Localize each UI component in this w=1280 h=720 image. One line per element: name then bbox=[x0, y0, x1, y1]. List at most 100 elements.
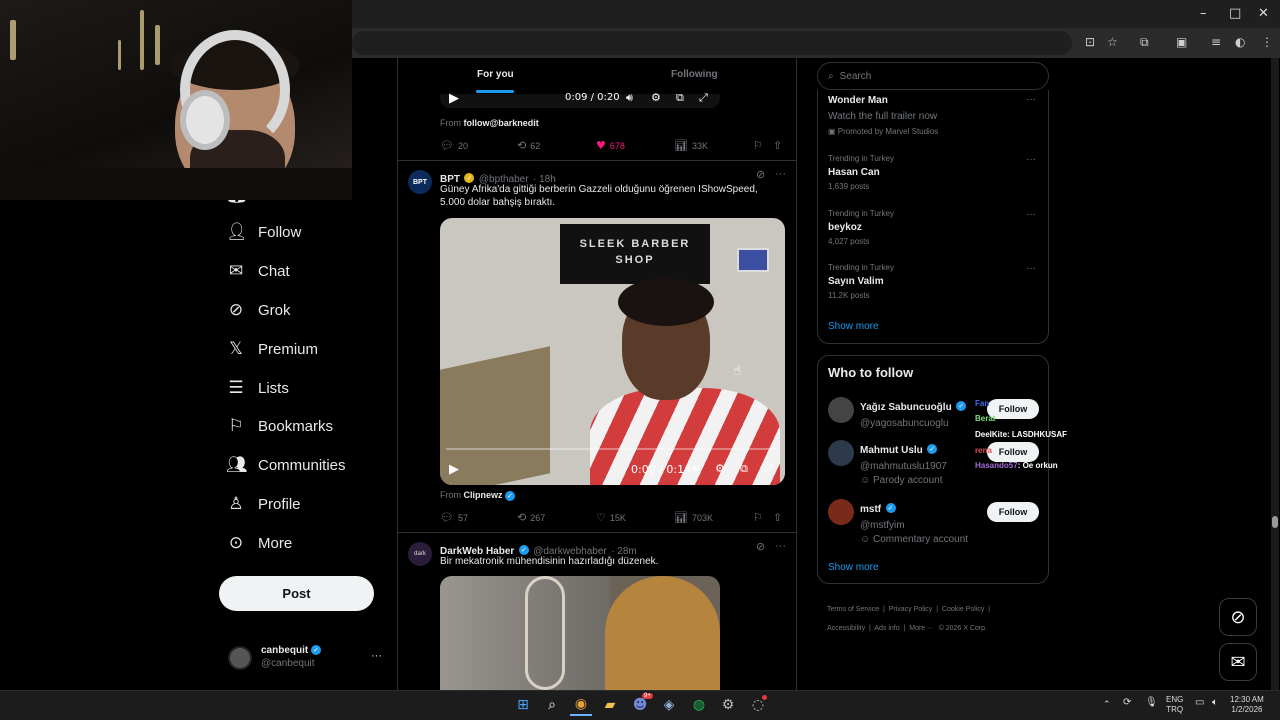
display-icon[interactable]: ▭ bbox=[1195, 698, 1204, 708]
trend-more-icon[interactable]: ··· bbox=[1026, 263, 1036, 274]
bookmark-icon[interactable]: ⚐ bbox=[753, 511, 763, 524]
trend-item[interactable]: Trending in Turkey Hasan Can 1,639 posts bbox=[828, 154, 894, 191]
play-icon[interactable]: ▶ bbox=[449, 462, 459, 477]
nav-bookmarks[interactable]: ⚐ Bookmarks bbox=[226, 411, 333, 441]
volume-icon[interactable]: 🔊︎ bbox=[692, 462, 699, 476]
menu-icon[interactable]: ⋮ bbox=[1261, 35, 1273, 49]
nav-follow[interactable]: 👤︎ Follow bbox=[226, 217, 301, 247]
search-input[interactable]: ⌕ Search bbox=[817, 62, 1049, 90]
network-app-icon[interactable]: ⟳ bbox=[1123, 698, 1131, 708]
avatar[interactable]: BPT bbox=[408, 170, 432, 194]
chrome-icon[interactable]: ◉ bbox=[570, 694, 592, 716]
avatar[interactable] bbox=[228, 646, 252, 670]
bookmark-icon[interactable]: ⚐ bbox=[753, 139, 763, 152]
grok-float-button[interactable]: ⊘ bbox=[1219, 598, 1257, 636]
suggested-user[interactable]: Mahmut Uslu ✓ @mahmutuslu1907 ☺ Parody a… bbox=[860, 440, 947, 486]
trend-item[interactable]: Trending in Turkey Sayın Valim 11.2K pos… bbox=[828, 263, 894, 300]
footer-cookie-link[interactable]: Cookie Policy bbox=[942, 606, 984, 613]
trend-more-icon[interactable]: ··· bbox=[1026, 209, 1036, 220]
fullscreen-icon[interactable]: ⤢ bbox=[764, 462, 773, 476]
trend-more-icon[interactable]: ··· bbox=[1026, 154, 1036, 165]
nav-communities[interactable]: 👥︎ Communities bbox=[226, 450, 346, 480]
more-options-icon[interactable]: ··· bbox=[775, 168, 786, 180]
avatar[interactable] bbox=[828, 440, 854, 466]
source-account-link[interactable]: Clipnewz bbox=[464, 490, 503, 500]
show-more-trends-link[interactable]: Show more bbox=[828, 321, 879, 332]
share-icon[interactable]: ⇧ bbox=[773, 139, 782, 152]
play-icon[interactable]: ▶ bbox=[449, 91, 459, 106]
grok-icon[interactable]: ⊘ bbox=[756, 540, 765, 553]
source-account-link[interactable]: follow@barknedit bbox=[464, 118, 539, 128]
steam-icon[interactable]: ◈ bbox=[658, 694, 680, 716]
more-options-icon[interactable]: ··· bbox=[775, 540, 786, 552]
media-icon[interactable]: ≡ bbox=[1211, 35, 1221, 49]
address-bar[interactable] bbox=[352, 31, 1072, 55]
language-indicator[interactable]: ENG TRQ bbox=[1166, 695, 1183, 715]
footer-ads-link[interactable]: Ads info bbox=[874, 625, 899, 632]
tab-for-you[interactable]: For you bbox=[477, 69, 514, 80]
maximize-button[interactable]: □ bbox=[1229, 6, 1241, 21]
settings-icon[interactable]: ⚙ bbox=[715, 462, 725, 475]
video-progress[interactable] bbox=[446, 448, 779, 450]
star-icon[interactable]: ☆ bbox=[1107, 35, 1118, 49]
file-explorer-icon[interactable]: ▰ bbox=[599, 694, 621, 716]
nav-profile[interactable]: ♙ Profile bbox=[226, 489, 300, 519]
footer-terms-link[interactable]: Terms of Service bbox=[827, 606, 879, 613]
scrollbar-thumb[interactable] bbox=[1272, 516, 1278, 528]
pip-icon[interactable]: ⧉ bbox=[676, 91, 684, 105]
footer-accessibility-link[interactable]: Accessibility bbox=[827, 625, 865, 632]
start-icon[interactable]: ⊞ bbox=[512, 694, 534, 716]
clock[interactable]: 12:30 AM 1/2/2026 bbox=[1230, 695, 1264, 715]
footer-privacy-link[interactable]: Privacy Policy bbox=[889, 606, 933, 613]
avatar[interactable] bbox=[828, 397, 854, 423]
like-button[interactable]: ♥ 678 bbox=[596, 139, 625, 152]
fullscreen-icon[interactable]: ⤢ bbox=[699, 91, 708, 105]
nav-lists[interactable]: ☰ Lists bbox=[226, 373, 288, 403]
extensions-icon[interactable]: ⧉ bbox=[1140, 35, 1149, 50]
volume-icon[interactable]: 🔈︎ bbox=[1212, 698, 1218, 708]
side-panel-icon[interactable]: ▣ bbox=[1176, 35, 1187, 49]
avatar[interactable]: dark bbox=[408, 542, 432, 566]
nav-more[interactable]: ⊙ More bbox=[226, 528, 292, 558]
profile-icon[interactable]: ◐ bbox=[1235, 35, 1245, 49]
nav-grok[interactable]: ⊘ Grok bbox=[226, 295, 291, 325]
settings-icon[interactable]: ⚙ bbox=[717, 694, 739, 716]
repost-button[interactable]: ⟲ 62 bbox=[517, 139, 540, 152]
grok-icon[interactable]: ⊘ bbox=[756, 168, 765, 181]
tweet-video[interactable]: SLEEK BARBER SHOP ▶ 0:00 / 0:14 🔊︎ ⚙ ⧉ ⤢ bbox=[440, 218, 785, 485]
reply-button[interactable]: 💬︎ 20 bbox=[440, 139, 468, 152]
tweet-media[interactable] bbox=[440, 576, 720, 690]
pip-icon[interactable]: ⧉ bbox=[740, 462, 748, 476]
tray-chevron-icon[interactable]: ⌃ bbox=[1103, 699, 1111, 709]
mic-icon[interactable]: 🎙︎ bbox=[1145, 698, 1158, 708]
post-button[interactable]: Post bbox=[219, 576, 374, 611]
views-button[interactable]: 📊︎ 703K bbox=[674, 511, 713, 524]
account-switcher[interactable]: canbequit ✓ @canbequit bbox=[261, 645, 322, 669]
follow-button[interactable]: Follow bbox=[987, 502, 1039, 522]
account-more-icon[interactable]: ··· bbox=[371, 650, 382, 662]
search-icon[interactable]: ⌕ bbox=[541, 694, 563, 716]
close-window-button[interactable]: ✕ bbox=[1258, 6, 1269, 21]
reply-button[interactable]: 💬︎ 57 bbox=[440, 511, 468, 524]
nav-premium[interactable]: 𝕏 Premium bbox=[226, 334, 318, 364]
suggested-user[interactable]: mstf ✓ @mstfyim ☺ Commentary account bbox=[860, 499, 968, 545]
settings-icon[interactable]: ⚙ bbox=[651, 91, 661, 104]
avatar[interactable] bbox=[828, 499, 854, 525]
like-button[interactable]: ♡ 15K bbox=[596, 511, 626, 524]
trend-more-icon[interactable]: ··· bbox=[1026, 94, 1036, 105]
show-more-follow-link[interactable]: Show more bbox=[828, 562, 879, 573]
install-icon[interactable]: ⊡ bbox=[1085, 35, 1095, 49]
page-scrollbar[interactable] bbox=[1271, 58, 1279, 690]
promoted-trend[interactable]: Wonder Man Watch the full trailer now ▣ … bbox=[828, 95, 938, 136]
footer-more-link[interactable]: More ··· bbox=[909, 625, 934, 632]
follow-button[interactable]: Follow bbox=[987, 442, 1039, 462]
tab-following[interactable]: Following bbox=[671, 69, 718, 80]
suggested-user[interactable]: Yağız Sabuncuoğlu ✓ @yagosabuncuoglu bbox=[860, 397, 967, 429]
trend-item[interactable]: Trending in Turkey beykoz 4,027 posts bbox=[828, 209, 894, 246]
minimize-button[interactable]: – bbox=[1200, 6, 1207, 21]
nav-chat[interactable]: ✉ Chat bbox=[226, 256, 290, 286]
repost-button[interactable]: ⟲ 267 bbox=[517, 511, 545, 524]
messages-float-button[interactable]: ✉ bbox=[1219, 643, 1257, 681]
views-button[interactable]: 📊︎ 33K bbox=[674, 139, 708, 152]
spotify-icon[interactable]: ◍ bbox=[688, 694, 710, 716]
